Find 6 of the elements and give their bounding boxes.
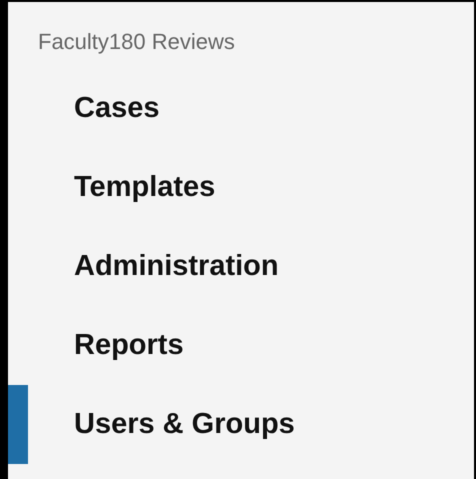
nav-item[interactable]: Users & Groups: [74, 402, 295, 446]
nav-item[interactable]: Administration: [74, 244, 279, 288]
nav-item[interactable]: Templates: [74, 166, 216, 210]
nav-item[interactable]: Cases: [74, 86, 160, 130]
nav-item[interactable]: Reports: [74, 324, 184, 368]
sidebar-title: Faculty180 Reviews: [38, 28, 235, 56]
